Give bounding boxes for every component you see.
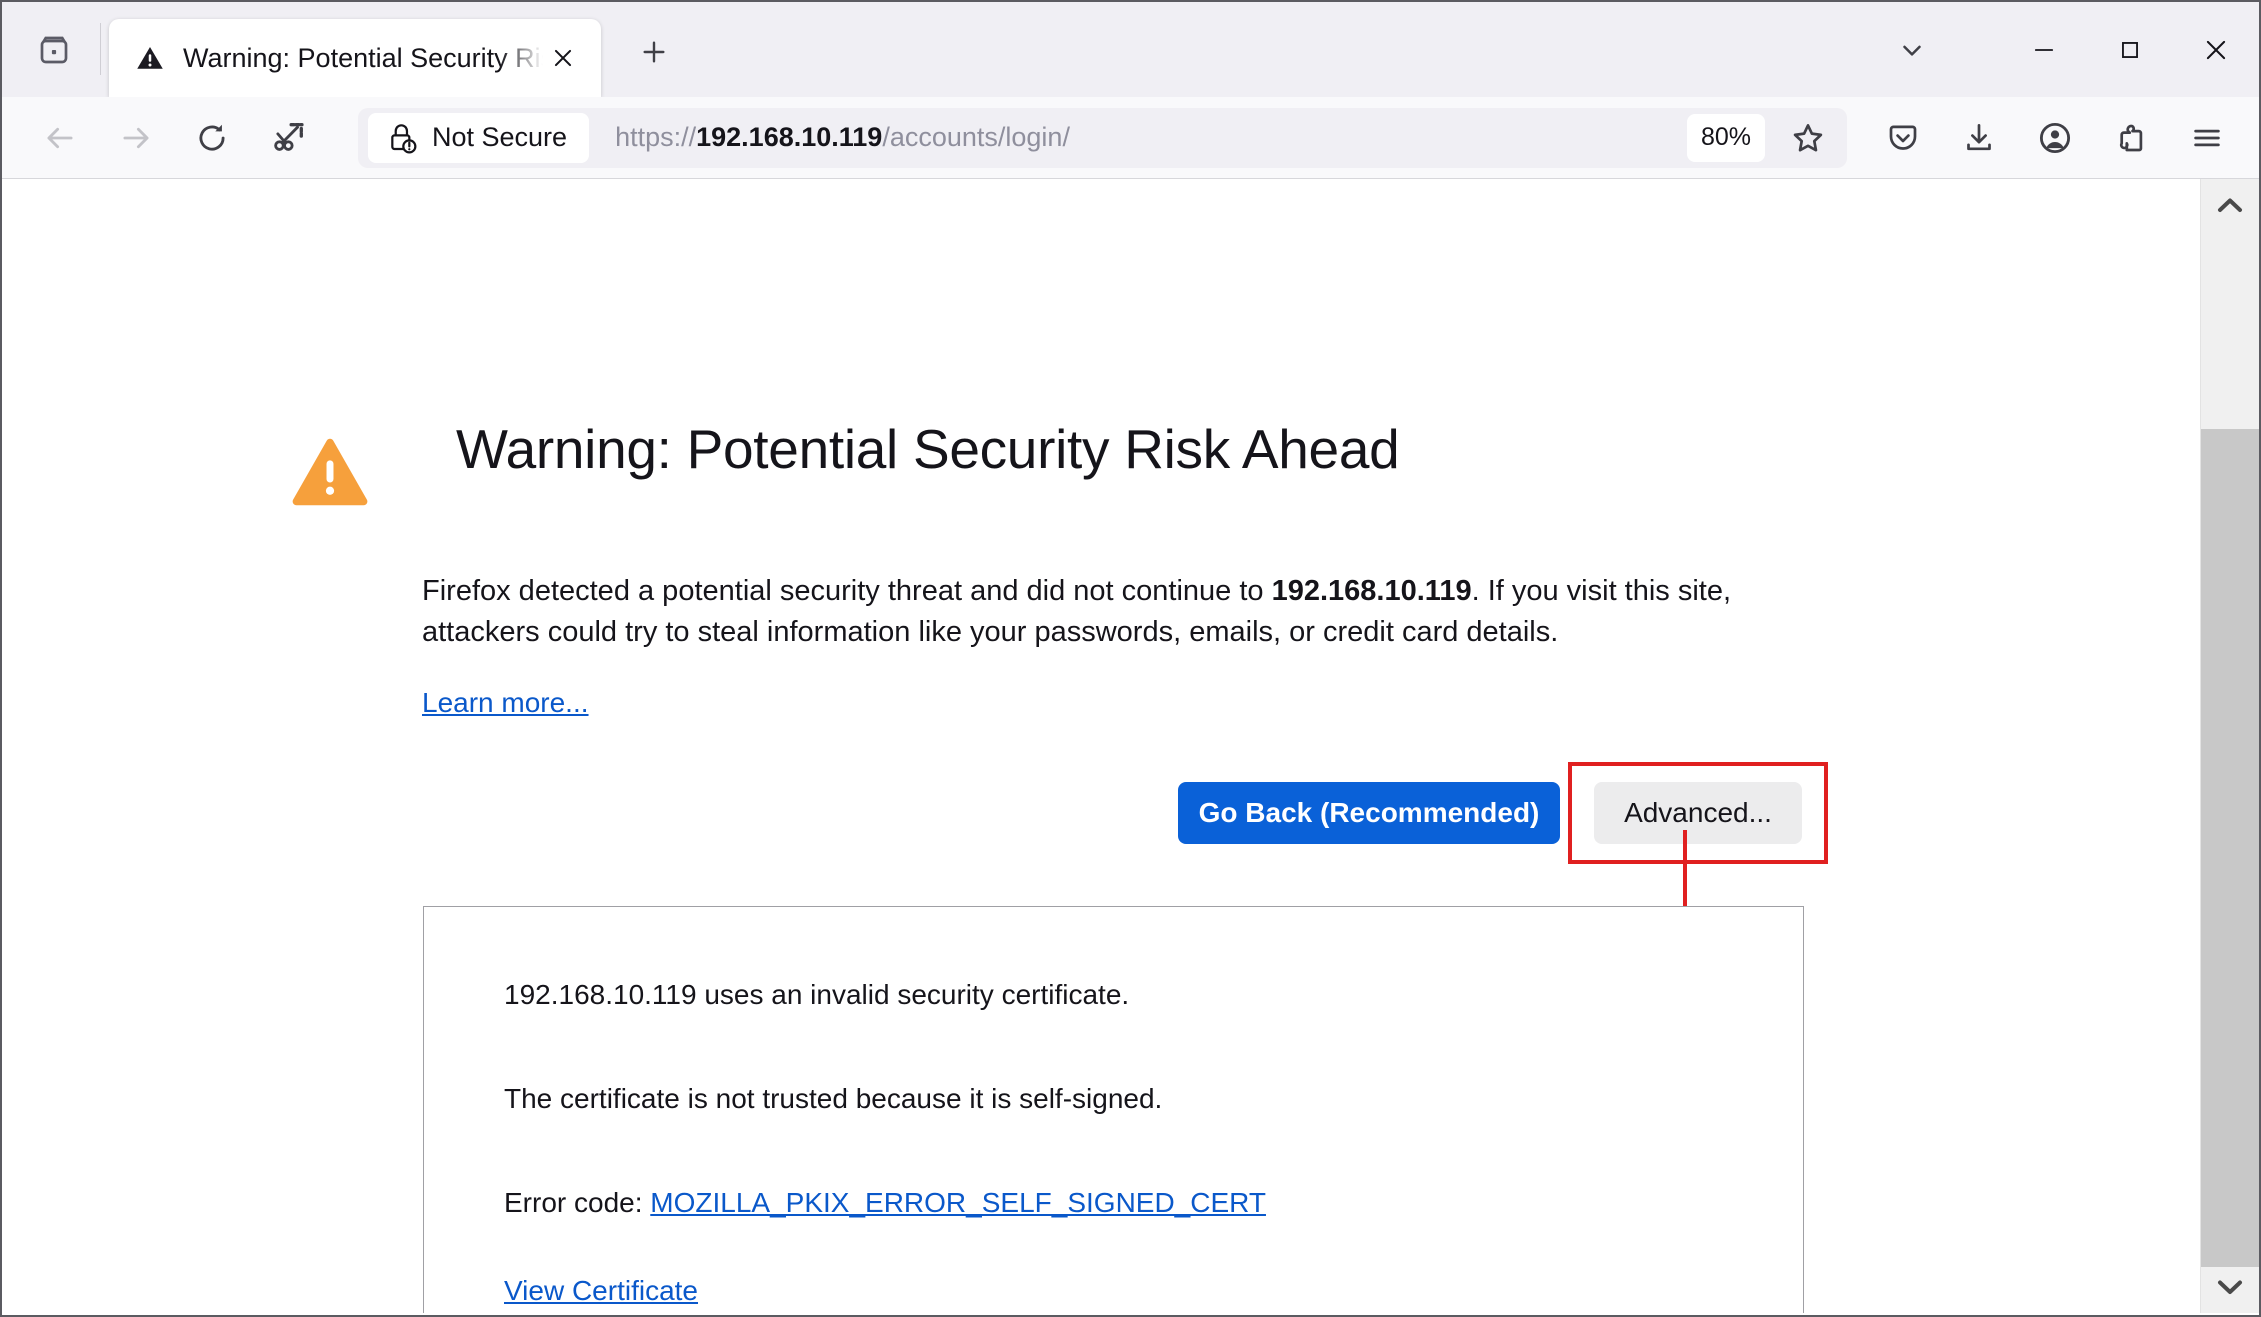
tab-title: Warning: Potential Security Risk	[183, 42, 543, 73]
minimize-icon	[2034, 48, 2054, 51]
menu-icon	[2194, 129, 2220, 146]
reload-icon	[199, 124, 225, 151]
minimize-button[interactable]	[2001, 12, 2087, 88]
advanced-button-highlight: Advanced...	[1568, 762, 1828, 864]
browser-tab[interactable]: Warning: Potential Security Risk	[109, 19, 601, 97]
error-code-link[interactable]: MOZILLA_PKIX_ERROR_SELF_SIGNED_CERT	[650, 1187, 1266, 1218]
maximize-icon	[2122, 41, 2138, 58]
page-title: Warning: Potential Security Risk Ahead	[456, 418, 1400, 480]
url-scheme: https://	[615, 122, 697, 152]
arrow-left-icon	[47, 127, 73, 148]
extensions-icon	[2119, 124, 2143, 151]
zoom-level-indicator[interactable]: 80%	[1687, 113, 1765, 162]
toolbar-icon-group	[1865, 108, 2245, 168]
tabbar-divider	[100, 23, 101, 75]
star-icon	[1793, 123, 1823, 151]
pocket-button[interactable]	[1865, 108, 1941, 168]
close-icon	[2206, 40, 2226, 59]
chevron-down-icon	[1903, 45, 1921, 56]
primary-button-row: Go Back (Recommended) Advanced...	[1178, 762, 1828, 864]
advanced-button[interactable]: Advanced...	[1594, 782, 1802, 844]
firefox-view-button[interactable]	[16, 19, 92, 81]
arrow-right-icon	[123, 127, 149, 148]
bookmark-button[interactable]	[1779, 110, 1837, 166]
forward-button[interactable]	[104, 108, 168, 168]
scrollbar-track[interactable]	[2200, 231, 2259, 1267]
certificate-selfsigned-text: The certificate is not trusted because i…	[504, 1083, 1163, 1114]
go-back-button[interactable]: Go Back (Recommended)	[1178, 782, 1560, 844]
downloads-button[interactable]	[1941, 108, 2017, 168]
tab-bar: Warning: Potential Security Risk	[2, 2, 2259, 97]
plus-icon	[643, 41, 665, 63]
navigation-toolbar: Not Secure https://192.168.10.119/accoun…	[2, 97, 2259, 179]
window-controls	[1869, 2, 2259, 97]
certificate-panel-body: 192.168.10.119 uses an invalid security …	[424, 907, 1803, 1307]
account-icon	[2039, 122, 2071, 153]
lock-warning-icon	[391, 123, 417, 153]
close-icon[interactable]	[543, 38, 583, 78]
new-tab-button[interactable]	[623, 21, 685, 83]
page-heading: Warning: Potential Security Risk Ahead	[292, 418, 1400, 511]
error-code-row: Error code: MOZILLA_PKIX_ERROR_SELF_SIGN…	[504, 1187, 1803, 1219]
vertical-scrollbar[interactable]	[2200, 179, 2259, 1313]
firefox-view-icon	[40, 36, 68, 64]
page-description: Firefox detected a potential security th…	[422, 571, 1762, 653]
back-button[interactable]	[28, 108, 92, 168]
url-host: 192.168.10.119	[696, 122, 883, 152]
learn-more-link[interactable]: Learn more...	[422, 687, 589, 719]
extensions-button[interactable]	[2093, 108, 2169, 168]
scrollbar-thumb[interactable]	[2200, 429, 2259, 1267]
security-badge[interactable]: Not Secure	[368, 112, 590, 163]
description-part1: Firefox detected a potential security th…	[422, 575, 1272, 607]
error-page: Warning: Potential Security Risk Ahead F…	[2, 179, 2200, 1313]
reload-button[interactable]	[180, 108, 244, 168]
warning-triangle-icon	[292, 438, 368, 506]
download-icon	[1967, 123, 1991, 150]
chevron-up-icon	[2218, 198, 2242, 212]
error-code-label: Error code:	[504, 1187, 651, 1218]
close-window-button[interactable]	[2173, 12, 2259, 88]
url-path: /accounts/login/	[882, 122, 1070, 152]
scroll-up-button[interactable]	[2201, 179, 2260, 231]
page-content: Warning: Potential Security Risk Ahead F…	[2, 179, 2259, 1313]
scissors-icon	[274, 122, 304, 151]
description-host: 192.168.10.119	[1271, 575, 1472, 607]
certificate-detail-panel: 192.168.10.119 uses an invalid security …	[423, 906, 1804, 1313]
security-badge-label: Not Secure	[432, 122, 568, 152]
chevron-down-icon	[2218, 1280, 2242, 1294]
view-certificate-link[interactable]: View Certificate	[504, 1275, 698, 1307]
warning-triangle-icon	[135, 43, 165, 73]
scroll-down-button[interactable]	[2201, 1261, 2260, 1313]
browser-window: Warning: Potential Security Risk Not Sec…	[0, 0, 2261, 1317]
app-menu-button[interactable]	[2169, 108, 2245, 168]
list-all-tabs-button[interactable]	[1869, 12, 1955, 88]
address-bar[interactable]: Not Secure https://192.168.10.119/accoun…	[358, 107, 1847, 168]
certificate-invalid-text: 192.168.10.119 uses an invalid security …	[504, 979, 1130, 1010]
pocket-icon	[1889, 125, 1917, 150]
screenshot-button[interactable]	[256, 108, 320, 168]
url-text: https://192.168.10.119/accounts/login/	[615, 122, 1070, 153]
maximize-button[interactable]	[2087, 12, 2173, 88]
account-button[interactable]	[2017, 108, 2093, 168]
